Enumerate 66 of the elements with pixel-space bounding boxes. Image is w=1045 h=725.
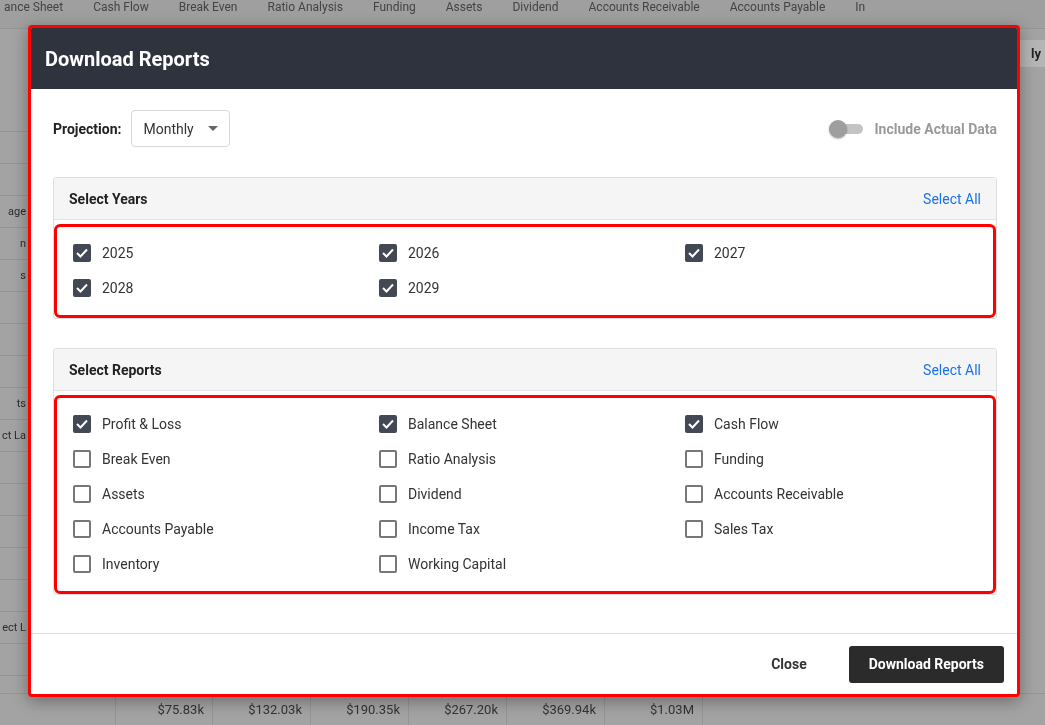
checkbox[interactable] <box>379 243 397 262</box>
checkbox-label[interactable]: Balance Sheet <box>408 415 497 432</box>
checkbox[interactable] <box>73 554 91 573</box>
checkbox[interactable] <box>685 449 703 468</box>
close-button[interactable]: Close <box>751 645 827 683</box>
checkbox[interactable] <box>379 554 397 573</box>
checkbox[interactable] <box>379 484 397 503</box>
checkbox[interactable] <box>379 449 397 468</box>
checkbox-label[interactable]: Cash Flow <box>714 415 779 432</box>
checkbox-label[interactable]: Dividend <box>408 485 462 502</box>
checkbox-label[interactable]: 2028 <box>102 279 134 296</box>
section-title: Select Reports <box>69 361 162 378</box>
checkbox-label[interactable]: Sales Tax <box>714 520 774 537</box>
checkbox-label[interactable]: Profit & Loss <box>102 415 182 432</box>
checkbox-label[interactable]: Ratio Analysis <box>408 450 497 467</box>
checkbox[interactable] <box>379 519 397 538</box>
checkbox[interactable] <box>379 278 397 297</box>
checkbox-label[interactable]: Funding <box>714 450 764 467</box>
checkbox-label[interactable]: 2027 <box>714 244 746 261</box>
checkbox[interactable] <box>73 449 91 468</box>
report-tab[interactable]: Accounts Payable <box>729 0 826 14</box>
report-tab[interactable]: Funding <box>372 0 416 14</box>
row-label: s <box>20 269 26 282</box>
toolbar-button[interactable]: ly <box>1019 40 1045 67</box>
report-tab[interactable]: Assets <box>445 0 483 14</box>
checkbox-label[interactable]: 2026 <box>408 244 440 261</box>
checkbox-label[interactable]: Accounts Payable <box>102 520 214 537</box>
projection-label: Projection: <box>53 120 122 137</box>
row-label: ts <box>16 397 26 410</box>
dialog-title: Download Reports <box>45 46 210 71</box>
checkbox-label[interactable]: Working Capital <box>408 555 507 572</box>
projection-dropdown[interactable]: Monthly <box>131 110 230 147</box>
checkbox[interactable] <box>685 243 703 262</box>
report-tab[interactable]: Break Even <box>178 0 238 14</box>
checkbox[interactable] <box>73 519 91 538</box>
report-tab[interactable]: In <box>855 0 866 14</box>
select-all-link[interactable]: Select All <box>923 361 981 378</box>
checkbox[interactable] <box>73 243 91 262</box>
row-label: age <box>8 205 26 218</box>
checkbox[interactable] <box>73 484 91 503</box>
row-label: n <box>19 237 26 250</box>
checkbox[interactable] <box>685 414 703 433</box>
download-button[interactable]: Download Reports <box>848 645 1004 683</box>
checkbox[interactable] <box>685 484 703 503</box>
checkbox-label[interactable]: Income Tax <box>408 520 480 537</box>
checkbox-label[interactable]: Inventory <box>102 555 160 572</box>
checkbox-label[interactable]: 2025 <box>102 244 134 261</box>
row-label: ect L <box>2 621 26 634</box>
checkbox[interactable] <box>73 414 91 433</box>
checkbox[interactable] <box>73 278 91 297</box>
report-tab[interactable]: Dividend <box>512 0 559 14</box>
select-all-link[interactable]: Select All <box>923 190 981 207</box>
row-label: ct La <box>2 429 26 442</box>
checkbox-label[interactable]: Accounts Receivable <box>714 485 844 502</box>
checkbox[interactable] <box>379 414 397 433</box>
checkbox-label[interactable]: Assets <box>102 485 145 502</box>
report-tab[interactable]: ance Sheet <box>4 0 64 14</box>
checkbox[interactable] <box>685 519 703 538</box>
section-title: Select Years <box>69 190 148 207</box>
toggle-label: Include Actual Data <box>874 120 997 137</box>
report-tab[interactable]: Cash Flow <box>93 0 149 14</box>
checkbox-label[interactable]: 2029 <box>408 279 440 296</box>
checkbox-label[interactable]: Break Even <box>102 450 171 467</box>
report-tab[interactable]: Ratio Analysis <box>267 0 343 14</box>
report-tab[interactable]: Accounts Receivable <box>588 0 700 14</box>
caret-icon <box>207 126 218 131</box>
